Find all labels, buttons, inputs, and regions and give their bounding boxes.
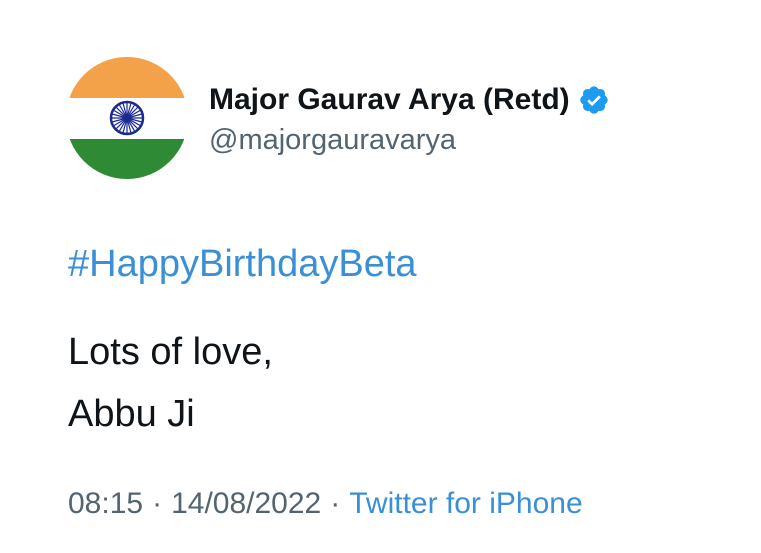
- hashtag-link[interactable]: #HappyBirthdayBeta: [68, 243, 417, 286]
- user-handle[interactable]: @majorgauravarya: [209, 124, 610, 157]
- tweet-text: Lots of love, Abbu Ji: [68, 321, 273, 445]
- separator: ·: [152, 487, 163, 520]
- tweet-time[interactable]: 08:15: [68, 487, 143, 521]
- display-name[interactable]: Major Gaurav Arya (Retd): [209, 83, 570, 117]
- avatar[interactable]: [66, 57, 188, 179]
- indian-flag-icon: [66, 57, 188, 179]
- tweet-meta: 08:15 · 14/08/2022 · Twitter for iPhone: [68, 487, 583, 521]
- tweet-line: Lots of love,: [68, 331, 273, 373]
- tweet-date[interactable]: 14/08/2022: [171, 487, 321, 521]
- author-block: Major Gaurav Arya (Retd) @majorgauravary…: [209, 80, 610, 157]
- tweet-line: Abbu Ji: [68, 393, 195, 435]
- name-row: Major Gaurav Arya (Retd): [209, 80, 610, 120]
- verified-badge-icon: [578, 84, 610, 116]
- tweet-card: Major Gaurav Arya (Retd) @majorgauravary…: [0, 0, 761, 553]
- source-link[interactable]: Twitter for iPhone: [349, 487, 582, 521]
- separator: ·: [330, 487, 341, 520]
